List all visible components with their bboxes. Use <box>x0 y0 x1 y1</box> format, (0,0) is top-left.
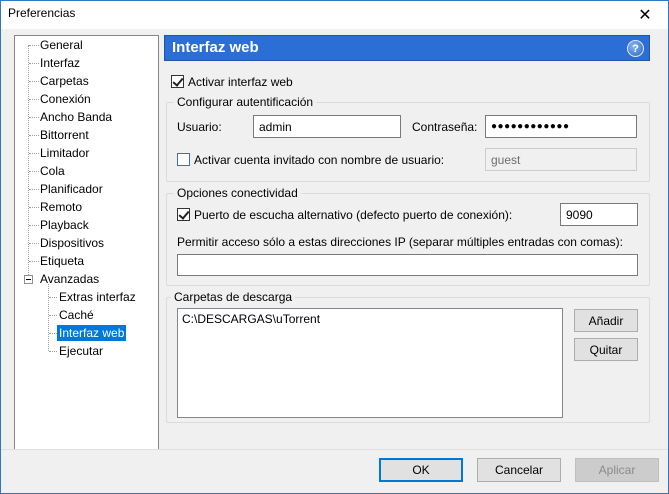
password-label: Contraseña: <box>412 120 478 134</box>
tree-item-dispositivos[interactable]: Dispositivos <box>38 235 106 251</box>
panel-title: Interfaz web <box>172 39 259 56</box>
download-folders-list[interactable]: C:\DESCARGAS\uTorrent <box>177 308 563 418</box>
alt-port-checkbox[interactable] <box>177 208 190 221</box>
guest-input[interactable] <box>485 148 637 171</box>
tree-item-playback[interactable]: Playback <box>38 217 91 233</box>
tree-item-interfaz[interactable]: Interfaz <box>38 55 82 71</box>
tree-item-limitador[interactable]: Limitador <box>38 145 91 161</box>
collapse-icon[interactable] <box>24 275 33 284</box>
tree-item-avanzadas[interactable]: Avanzadas <box>38 271 101 287</box>
ok-button[interactable]: OK <box>379 458 463 482</box>
tree-item-general[interactable]: General <box>38 37 85 53</box>
preferences-window: Preferencias ✕ General Interfaz Carpetas… <box>0 0 669 494</box>
downloads-group-title: Carpetas de descarga <box>171 290 296 304</box>
tree-item-interfaz-web[interactable]: Interfaz web <box>57 325 127 341</box>
alt-port-input[interactable] <box>560 203 638 226</box>
ip-input[interactable] <box>177 254 638 276</box>
tree-item-ejecutar[interactable]: Ejecutar <box>57 343 105 359</box>
tree-item-planificador[interactable]: Planificador <box>38 181 105 197</box>
dialog-footer: OK Cancelar Aplicar <box>1 449 668 493</box>
window-title: Preferencias <box>8 6 76 20</box>
close-icon[interactable]: ✕ <box>622 1 668 29</box>
tree-item-etiqueta[interactable]: Etiqueta <box>38 253 86 269</box>
tree-item-carpetas[interactable]: Carpetas <box>38 73 91 89</box>
tree-item-remoto[interactable]: Remoto <box>38 199 84 215</box>
tree-branch <box>49 315 57 316</box>
tree-branch <box>49 297 57 298</box>
tree-line-children <box>48 284 49 351</box>
password-input[interactable]: ●●●●●●●●●●●● <box>485 115 637 138</box>
tree-item-cola[interactable]: Cola <box>38 163 67 179</box>
tree-item-ancho-banda[interactable]: Ancho Banda <box>38 109 114 125</box>
ip-label: Permitir acceso sólo a estas direcciones… <box>177 235 623 249</box>
tree-item-bittorrent[interactable]: Bittorrent <box>38 127 91 143</box>
guest-label: Activar cuenta invitado con nombre de us… <box>194 153 445 167</box>
tree-item-cache[interactable]: Caché <box>57 307 96 323</box>
apply-button[interactable]: Aplicar <box>575 458 659 482</box>
user-input[interactable] <box>253 115 401 138</box>
remove-folder-button[interactable]: Quitar <box>574 338 638 361</box>
tree-item-conexion[interactable]: Conexión <box>38 91 93 107</box>
title-bar: Preferencias ✕ <box>1 1 668 29</box>
help-icon[interactable]: ? <box>627 40 644 57</box>
enable-webui-label: Activar interfaz web <box>188 75 293 89</box>
user-label: Usuario: <box>177 120 222 134</box>
tree-item-extras-interfaz[interactable]: Extras interfaz <box>57 289 138 305</box>
tree-branch <box>49 333 57 334</box>
add-folder-button[interactable]: Añadir <box>574 309 638 332</box>
guest-checkbox[interactable] <box>177 153 190 166</box>
category-tree: General Interfaz Carpetas Conexión Ancho… <box>14 35 159 485</box>
alt-port-label: Puerto de escucha alternativo (defecto p… <box>194 208 513 222</box>
list-item[interactable]: C:\DESCARGAS\uTorrent <box>182 312 320 326</box>
enable-webui-checkbox[interactable] <box>171 75 184 88</box>
connectivity-group-title: Opciones conectividad <box>174 186 301 200</box>
tree-branch <box>49 351 57 352</box>
panel-header: Interfaz web ? <box>164 35 650 61</box>
cancel-button[interactable]: Cancelar <box>477 458 561 482</box>
auth-group-title: Configurar autentificación <box>174 95 317 109</box>
